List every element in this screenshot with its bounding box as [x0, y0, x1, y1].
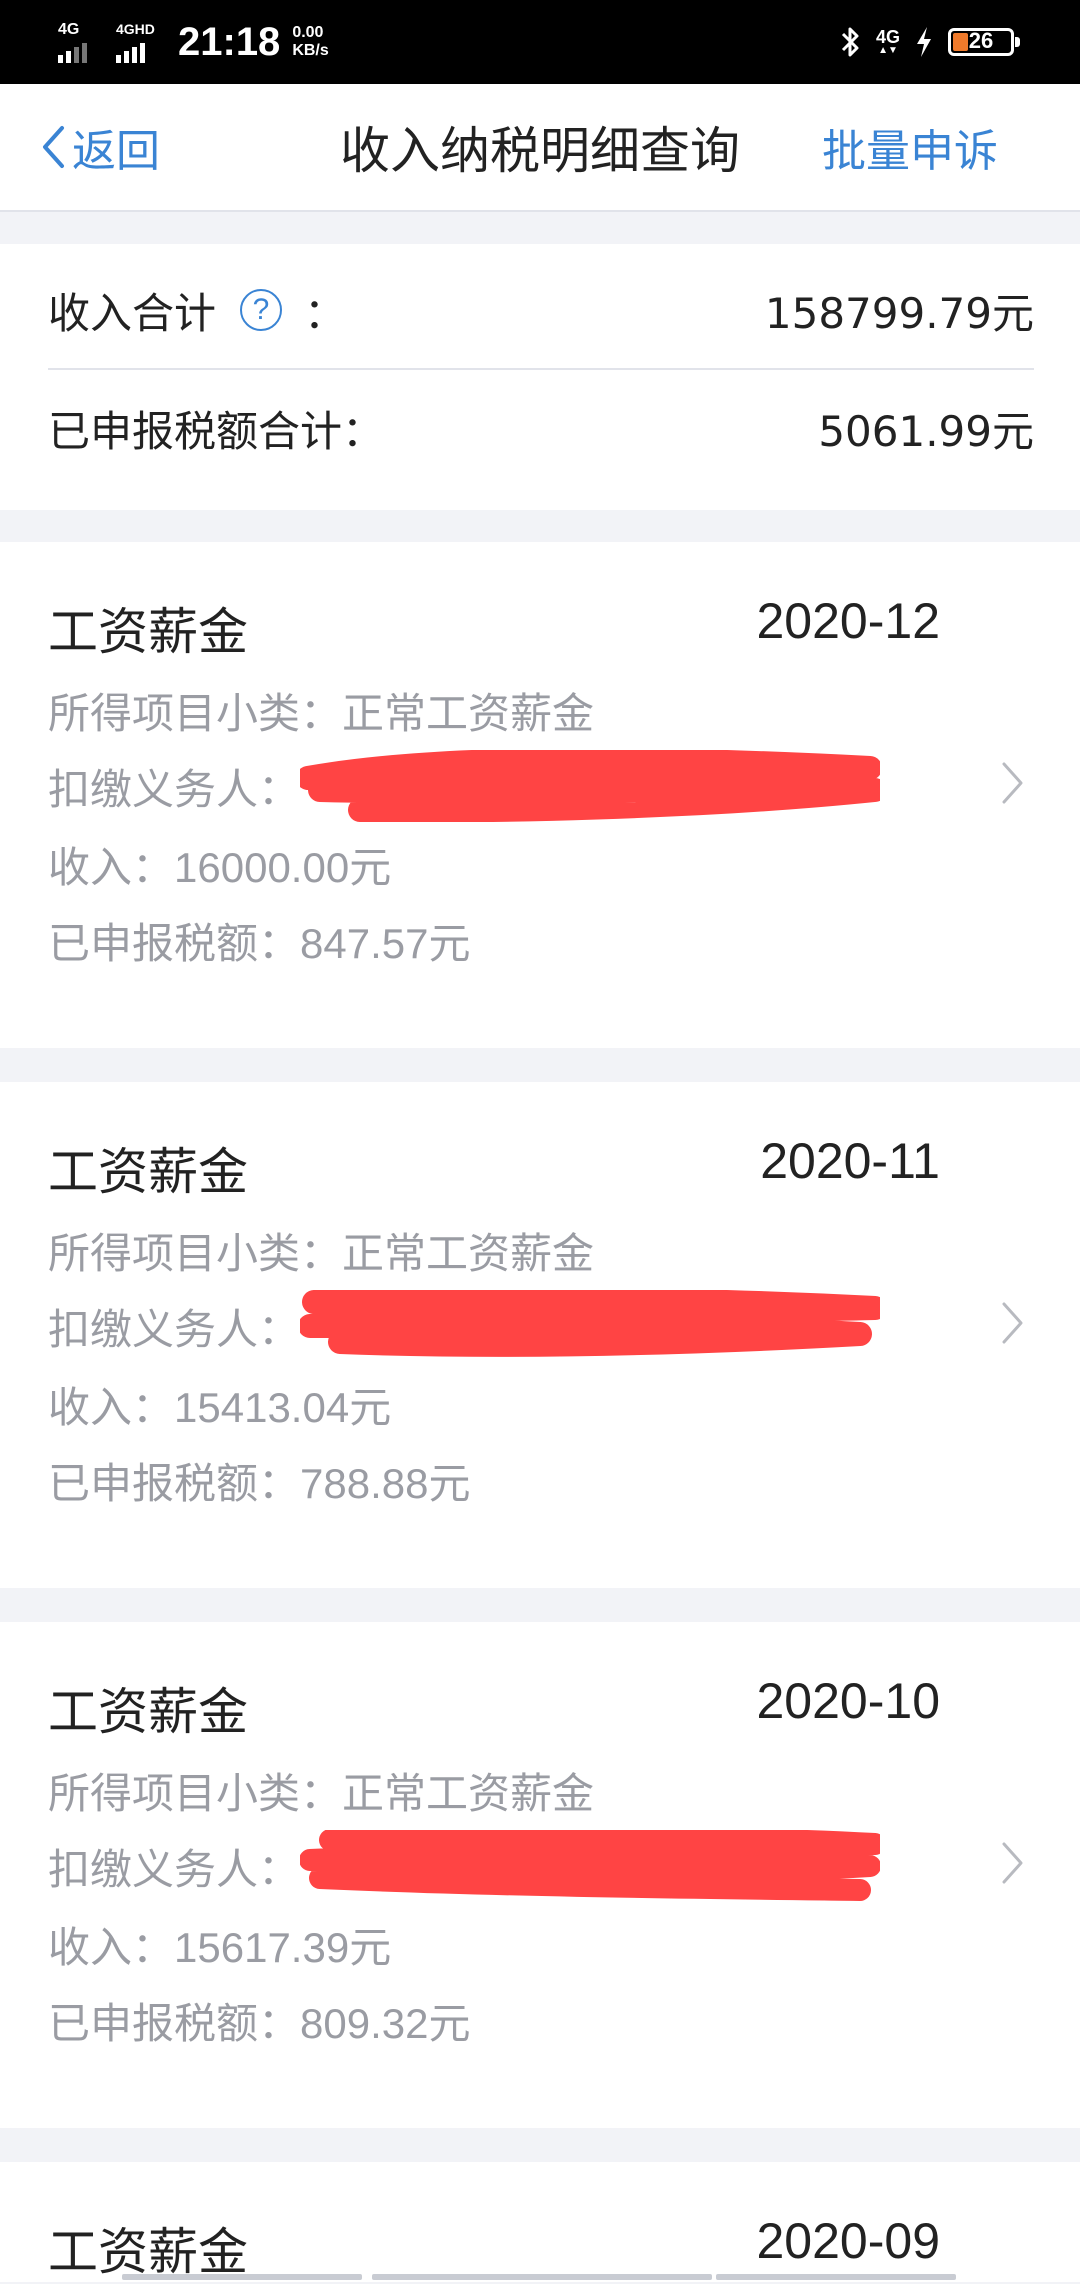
clock: 21:18 [178, 19, 281, 64]
scroll-indicator [0, 2272, 1080, 2280]
income-label: 收入： [48, 843, 175, 892]
summary-card: 收入合计 ? ： 158799.79元 已申报税额合计： 5061.99元 [0, 244, 1080, 510]
record-month: 2020-10 [756, 1673, 941, 1729]
bluetooth-icon [840, 25, 862, 59]
network-type-sim2: 4GHD [116, 21, 155, 37]
record-withholder: 扣缴义务人： [48, 1836, 300, 1897]
tax-total-label: 已申报税额合计： [48, 406, 385, 456]
record-withholder: 扣缴义务人： [48, 1296, 300, 1357]
record-withholder: 扣缴义务人： [48, 756, 300, 817]
withholder-label: 扣缴义务人： [48, 765, 301, 814]
tax-label: 已申报税额： [48, 919, 301, 968]
chevron-right-icon [1002, 1302, 1023, 1344]
charging-icon [914, 25, 934, 59]
chevron-right-icon [1002, 1842, 1023, 1884]
record-subcategory: 所得项目小类：正常工资薪金 [48, 1760, 594, 1821]
tax-value: 847.57元 [300, 920, 471, 967]
record-title: 工资薪金 [48, 1143, 248, 1201]
record-title: 工资薪金 [48, 603, 248, 661]
status-left: 4G 4GHD 21:18 0.00 KB/s [58, 12, 329, 72]
network-speed-value: 0.00 [292, 24, 324, 41]
income-value: 15413.04元 [174, 1384, 392, 1431]
batch-appeal-button[interactable]: 批量申诉 [822, 84, 998, 210]
back-label: 返回 [72, 126, 160, 177]
record-month: 2020-09 [756, 2213, 941, 2269]
tax-total-value: 5061.99元 [818, 406, 1034, 456]
withholder-label: 扣缴义务人： [48, 1845, 301, 1894]
redaction-scribble [300, 1290, 880, 1357]
record-subcategory: 所得项目小类：正常工资薪金 [48, 1220, 594, 1281]
record-income: 收入：16000.00元 [48, 834, 391, 895]
income-value: 16000.00元 [174, 844, 392, 891]
tax-value: 809.32元 [300, 2000, 471, 2047]
network-speed: 0.00 KB/s [292, 24, 328, 60]
subcategory-label: 所得项目小类： [48, 689, 343, 738]
record-month: 2020-11 [760, 1133, 940, 1189]
record-item[interactable]: 工资薪金 2020-12 所得项目小类：正常工资薪金 扣缴义务人： 收入：160… [0, 542, 1080, 1048]
chevron-left-icon [43, 126, 64, 168]
mobile-data-label: 4G [875, 27, 900, 47]
subcategory-label: 所得项目小类： [48, 1229, 343, 1278]
tax-label: 已申报税额： [48, 1999, 301, 2048]
income-total-colon: ： [304, 288, 347, 338]
battery-level: 26 [968, 28, 994, 53]
subcategory-value: 正常工资薪金 [342, 1229, 595, 1278]
record-item[interactable]: 工资薪金 2020-11 所得项目小类：正常工资薪金 扣缴义务人： 收入：154… [0, 1082, 1080, 1588]
income-label: 收入： [48, 1923, 175, 1972]
subcategory-value: 正常工资薪金 [342, 689, 595, 738]
record-title: 工资薪金 [48, 1683, 248, 1741]
signal-icon-sim2: 4GHD [116, 21, 162, 63]
status-bar: 4G 4GHD 21:18 0.00 KB/s 4G ▲▼ 26 [0, 0, 1080, 84]
signal-icon-sim1: 4G [58, 21, 104, 63]
network-speed-unit: KB/s [292, 42, 329, 59]
tax-total-row: 已申报税额合计： 5061.99元 [48, 370, 1034, 486]
record-income: 收入：15617.39元 [48, 1914, 391, 1975]
record-month: 2020-12 [756, 593, 941, 649]
income-total-row: 收入合计 ? ： 158799.79元 [48, 252, 1034, 370]
record-tax: 已申报税额：788.88元 [48, 1450, 470, 1511]
nav-bar: 返回 收入纳税明细查询 批量申诉 [0, 84, 1080, 212]
record-income: 收入：15413.04元 [48, 1374, 391, 1435]
back-button[interactable]: 返回 [40, 84, 160, 210]
help-icon[interactable]: ? [240, 289, 283, 331]
record-item[interactable]: 工资薪金 2020-10 所得项目小类：正常工资薪金 扣缴义务人： 收入：156… [0, 1622, 1080, 2128]
income-total-value: 158799.79元 [764, 288, 1034, 338]
tax-label: 已申报税额： [48, 1459, 301, 1508]
subcategory-value: 正常工资薪金 [342, 1769, 595, 1818]
subcategory-label: 所得项目小类： [48, 1769, 343, 1818]
status-right: 4G ▲▼ 26 [840, 14, 1020, 70]
record-subcategory: 所得项目小类：正常工资薪金 [48, 680, 594, 741]
mobile-data-indicator: 4G ▲▼ [876, 28, 900, 56]
income-total-label: 收入合计 [48, 288, 217, 338]
redaction-scribble [300, 750, 880, 822]
chevron-right-icon [1002, 762, 1023, 804]
data-arrows-icon: ▲▼ [878, 45, 898, 56]
network-type-sim1: 4G [58, 21, 80, 38]
income-total-label-group: 收入合计 ? ： [48, 280, 346, 341]
income-label: 收入： [48, 1383, 175, 1432]
withholder-label: 扣缴义务人： [48, 1305, 301, 1354]
redaction-scribble [300, 1830, 880, 1901]
income-value: 15617.39元 [174, 1924, 392, 1971]
battery-icon: 26 [948, 28, 1020, 56]
record-tax: 已申报税额：847.57元 [48, 910, 470, 971]
record-tax: 已申报税额：809.32元 [48, 1990, 470, 2051]
tax-value: 788.88元 [300, 1460, 471, 1507]
record-item[interactable]: 工资薪金 2020-09 [0, 2162, 1080, 2282]
